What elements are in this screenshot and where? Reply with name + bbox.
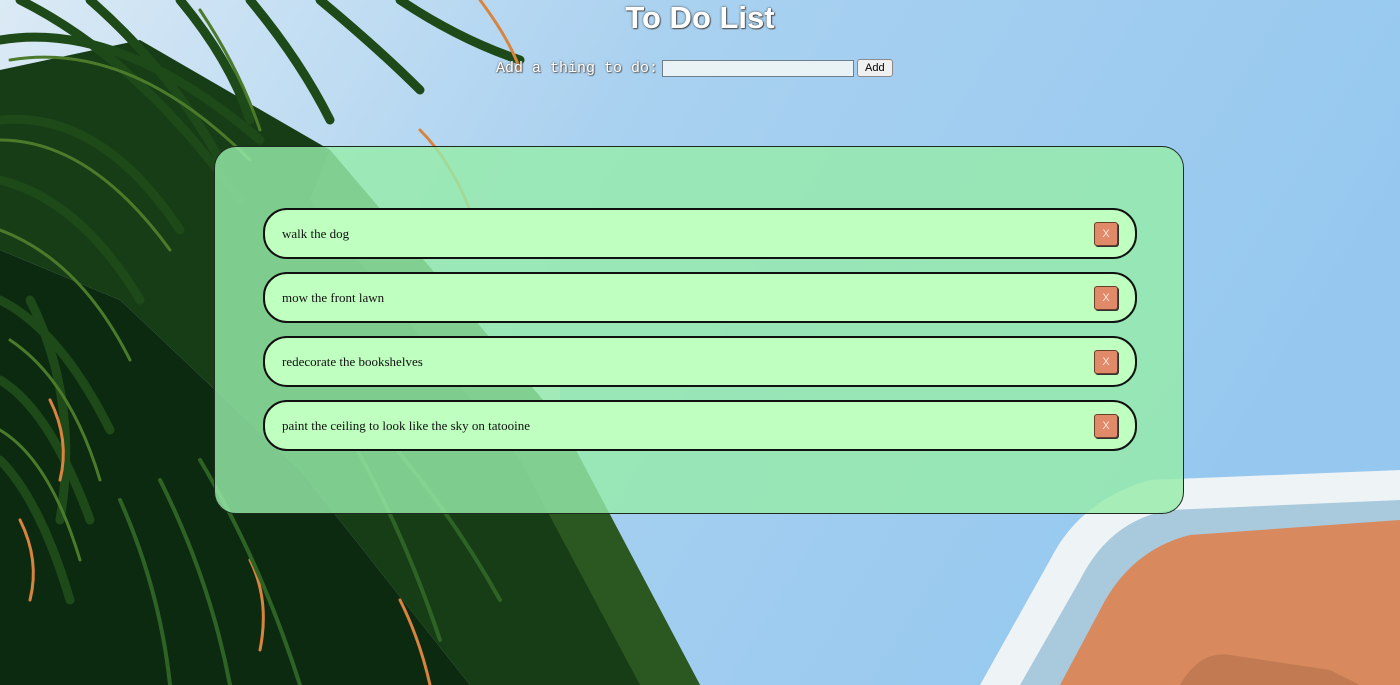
todo-list: walk the dog X mow the front lawn X rede… — [263, 208, 1137, 464]
todo-item-text: mow the front lawn — [282, 290, 385, 305]
todo-item: mow the front lawn X — [263, 272, 1137, 323]
todo-item: paint the ceiling to look like the sky o… — [263, 400, 1137, 451]
todo-item-text: paint the ceiling to look like the sky o… — [282, 418, 531, 433]
delete-todo-button[interactable]: X — [1094, 414, 1118, 438]
todo-item-text: redecorate the bookshelves — [282, 354, 423, 369]
delete-todo-button[interactable]: X — [1094, 286, 1118, 310]
add-todo-label: Add a thing to do: — [496, 59, 659, 77]
delete-todo-button[interactable]: X — [1094, 350, 1118, 374]
todo-item-text: walk the dog — [282, 226, 350, 241]
delete-todo-button[interactable]: X — [1094, 222, 1118, 246]
todo-item: walk the dog X — [263, 208, 1137, 259]
add-todo-form: Add a thing to do: Add — [496, 58, 893, 78]
todo-item: redecorate the bookshelves X — [263, 336, 1137, 387]
add-todo-input[interactable] — [662, 59, 855, 77]
add-button[interactable]: Add — [857, 59, 893, 77]
todo-list-panel: walk the dog X mow the front lawn X rede… — [214, 146, 1184, 514]
page-title: To Do List — [625, 0, 775, 35]
